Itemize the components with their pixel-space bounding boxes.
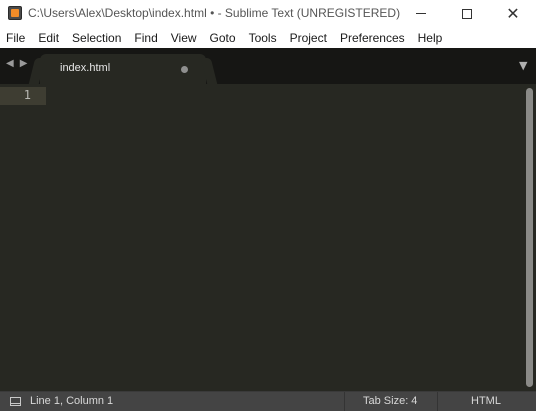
menu-preferences[interactable]: Preferences (340, 31, 405, 45)
maximize-button[interactable] (444, 0, 490, 27)
minimize-button[interactable] (398, 0, 444, 27)
panel-icon[interactable] (10, 397, 21, 406)
menu-help[interactable]: Help (418, 31, 443, 45)
menu-tools[interactable]: Tools (249, 31, 277, 45)
close-button[interactable]: ✕ (490, 0, 536, 27)
tab-index-html[interactable]: index.html (40, 54, 206, 84)
sublime-text-icon (8, 6, 22, 20)
tab-navigation: ◀ ▶ (6, 58, 27, 69)
minimize-icon (416, 13, 426, 14)
tab-bar: ◀ ▶ index.html ▼ (0, 48, 536, 84)
maximize-icon (462, 8, 472, 19)
close-icon: ✕ (506, 3, 520, 23)
menu-view[interactable]: View (171, 31, 197, 45)
tab-size-selector[interactable]: Tab Size: 4 (363, 395, 417, 407)
title-bar: C:\Users\Alex\Desktop\index.html • - Sub… (0, 0, 536, 27)
status-divider (344, 392, 345, 411)
syntax-selector[interactable]: HTML (471, 395, 501, 407)
menu-bar: File Edit Selection Find View Goto Tools… (0, 27, 536, 48)
menu-selection[interactable]: Selection (72, 31, 121, 45)
cursor-position: Line 1, Column 1 (30, 395, 114, 407)
arrow-left-icon[interactable]: ◀ (6, 58, 14, 69)
menu-file[interactable]: File (6, 31, 25, 45)
unsaved-dot-icon[interactable] (181, 66, 188, 73)
menu-edit[interactable]: Edit (38, 31, 59, 45)
arrow-right-icon[interactable]: ▶ (20, 58, 28, 69)
window-title: C:\Users\Alex\Desktop\index.html • - Sub… (28, 6, 401, 20)
status-bar: Line 1, Column 1 Tab Size: 4 HTML (0, 391, 536, 411)
tab-label: index.html (60, 62, 111, 74)
editor-area[interactable]: 1 (0, 84, 536, 391)
chevron-down-icon[interactable]: ▼ (519, 59, 527, 72)
status-divider (437, 392, 438, 411)
line-number: 1 (23, 88, 31, 102)
menu-goto[interactable]: Goto (210, 31, 236, 45)
scrollbar-thumb[interactable] (526, 88, 533, 387)
menu-project[interactable]: Project (290, 31, 327, 45)
menu-find[interactable]: Find (134, 31, 157, 45)
